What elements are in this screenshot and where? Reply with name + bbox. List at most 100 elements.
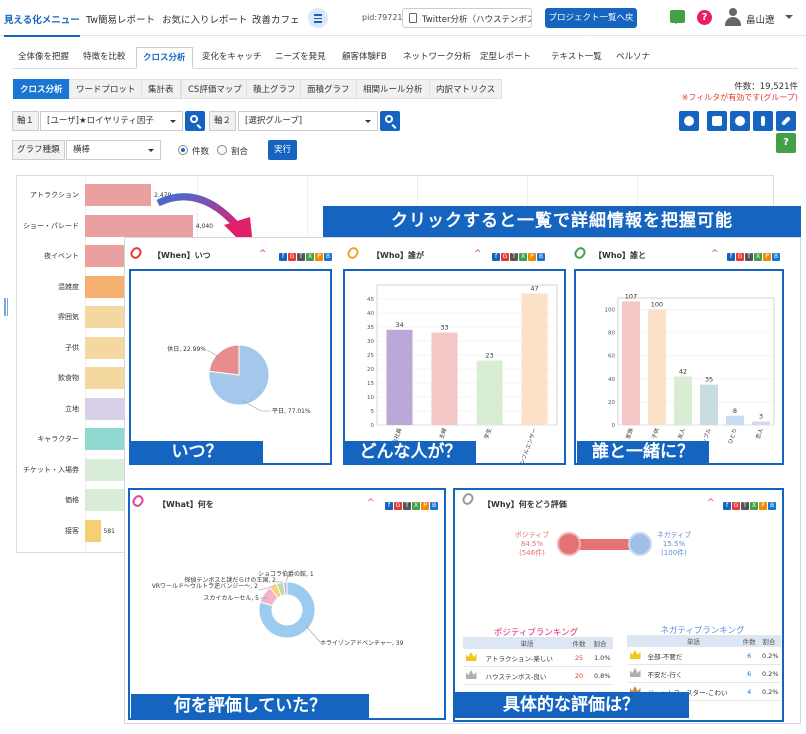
collapse-icon[interactable]: ^ [711, 249, 719, 259]
subtab-table[interactable]: 集計表 [141, 79, 181, 99]
user-avatar-icon[interactable] [724, 7, 742, 27]
share-1-icon[interactable]: G [288, 253, 296, 261]
rank-count[interactable]: 20 [570, 666, 588, 685]
bar[interactable] [648, 309, 666, 425]
share-5-icon[interactable]: B [324, 253, 332, 261]
share-5-icon[interactable]: B [537, 253, 545, 261]
table-row[interactable]: 不安だ-行く 6 0.2% [627, 664, 781, 683]
help-green-button[interactable]: ? [776, 133, 796, 153]
bg-bar[interactable] [85, 184, 152, 206]
hamburger-icon[interactable] [308, 8, 328, 28]
tab-needs[interactable]: ニーズを発見 [269, 47, 332, 69]
table-row[interactable]: 全部-不要だ 6 0.2% [627, 646, 781, 665]
collapse-icon[interactable]: ^ [707, 498, 715, 508]
bar[interactable] [431, 332, 458, 425]
tab-compare[interactable]: 特徴を比較 [77, 47, 132, 69]
why-panel[interactable]: 【Why】何をどう評価 ^ fGTXPB ポジティブ 84.5% (546件) … [453, 488, 784, 722]
nav-link-cafe[interactable]: 改善カフェ [252, 12, 300, 26]
share-2-icon[interactable]: T [510, 253, 518, 261]
what-donut-chart[interactable]: ホライゾンアドベンチャー, 39スカイカルーセル, 5VRワールド〜ウルトラ逆バ… [130, 490, 444, 718]
rank-count[interactable]: 25 [570, 648, 588, 667]
share-icons[interactable]: fGTXPB [723, 500, 777, 510]
rank-word[interactable]: 不安だ-行く [645, 664, 742, 683]
share-3-icon[interactable]: X [750, 502, 758, 510]
when-pie-chart[interactable]: 平日, 77.01% 休日, 22.99% [131, 271, 330, 463]
subtab-cross[interactable]: クロス分析 [13, 79, 70, 99]
when-chart-box[interactable]: 平日, 77.01% 休日, 22.99% [129, 269, 332, 465]
share-2-icon[interactable]: T [297, 253, 305, 261]
radio-count[interactable] [178, 145, 188, 155]
share-0-icon[interactable]: f [279, 253, 287, 261]
bar[interactable] [521, 293, 548, 425]
col-ratio[interactable]: 割合 [756, 635, 782, 647]
share-4-icon[interactable]: P [759, 502, 767, 510]
share-5-icon[interactable]: B [772, 253, 780, 261]
share-4-icon[interactable]: P [528, 253, 536, 261]
bar[interactable] [386, 329, 413, 425]
chevron-down-icon[interactable] [785, 15, 793, 23]
with-chart-box[interactable]: 0 20 40 60 80 100 107 家族 100 子供 42 友人 35 カップル 8 ひとり 3 恋人 [574, 269, 784, 465]
user-name[interactable]: 畠山遼 [746, 12, 775, 26]
rank-count[interactable]: 6 [741, 664, 758, 683]
share-3-icon[interactable]: X [754, 253, 762, 261]
tab-cx-feedback[interactable]: 顧客体験FB [336, 47, 393, 69]
bar[interactable] [752, 421, 770, 425]
collapse-icon[interactable]: ^ [259, 249, 267, 259]
share-3-icon[interactable]: X [519, 253, 527, 261]
zoom-icon[interactable] [730, 111, 750, 131]
bar[interactable] [674, 376, 692, 425]
graph-type-select[interactable]: 横棒 [66, 140, 161, 160]
rank-count[interactable]: 6 [741, 646, 758, 665]
share-2-icon[interactable]: T [745, 253, 753, 261]
col-ratio[interactable]: 割合 [586, 637, 614, 649]
project-list-button[interactable]: プロジェクト一覧へ戻る [545, 8, 637, 43]
axis1-search-button[interactable] [185, 111, 205, 131]
subtab-cs-map[interactable]: CS評価マップ [181, 79, 249, 99]
tab-change[interactable]: 変化をキャッチ [196, 47, 268, 69]
subtab-wordplot[interactable]: ワードプロット [69, 79, 143, 99]
share-4-icon[interactable]: P [315, 253, 323, 261]
col-count[interactable]: 件数 [569, 637, 588, 649]
share-icons[interactable]: fGTXPB [279, 251, 333, 261]
settings-gear-icon[interactable] [679, 111, 699, 131]
rank-word[interactable]: アトラクション-楽しい [483, 648, 571, 667]
share-3-icon[interactable]: X [306, 253, 314, 261]
subtab-matrix[interactable]: 内訳マトリクス [429, 79, 503, 99]
tab-overview[interactable]: 全体像を把握 [12, 47, 75, 69]
help-icon[interactable]: ? [697, 10, 712, 25]
table-row[interactable]: ハウステンボス-良い 20 0.8% [463, 666, 613, 685]
resize-handle[interactable] [4, 298, 6, 316]
radio-ratio[interactable] [217, 145, 227, 155]
rank-word[interactable]: ハウステンボス-良い [483, 666, 571, 685]
share-icons[interactable]: fGTXPB [727, 251, 781, 261]
share-2-icon[interactable]: T [741, 502, 749, 510]
who-chart-box[interactable]: 0 5 10 15 20 25 30 35 40 45 34 会社員 33 主婦 23 学生 47 インフルエンサ… [343, 269, 566, 471]
bar[interactable] [476, 360, 503, 425]
nav-link-favorites[interactable]: お気に入りレポート [162, 12, 248, 26]
rank-word[interactable]: 全部-不要だ [645, 646, 742, 665]
share-5-icon[interactable]: B [768, 502, 776, 510]
subtab-association[interactable]: 相関ルール分析 [356, 79, 430, 99]
pie-slice[interactable] [208, 344, 240, 376]
nav-link-tw-report[interactable]: Tw簡易レポート [86, 12, 155, 26]
share-1-icon[interactable]: G [501, 253, 509, 261]
share-0-icon[interactable]: f [727, 253, 735, 261]
axis2-select[interactable]: [選択グループ] [238, 111, 378, 131]
project-selector[interactable]: Twitter分析（ハウステンボス） [402, 8, 532, 28]
axis1-select[interactable]: [ユーザ]★ロイヤリティ因子 [40, 111, 183, 131]
col-word[interactable]: 単語 [483, 637, 571, 649]
with-bar-chart[interactable]: 020406080100107家族100子供42友人35カップル8ひとり3恋人 [576, 271, 782, 463]
share-0-icon[interactable]: f [492, 253, 500, 261]
tab-network[interactable]: ネットワーク分析 [397, 47, 477, 69]
axis2-search-button[interactable] [380, 111, 400, 131]
subtab-stacked[interactable]: 積上グラフ [246, 79, 303, 99]
collapse-icon[interactable]: ^ [474, 249, 482, 259]
tab-text-list[interactable]: テキスト一覧 [545, 47, 608, 69]
col-word[interactable]: 単語 [645, 635, 742, 647]
tab-cross-analysis[interactable]: クロス分析 [136, 47, 193, 69]
share-1-icon[interactable]: G [736, 253, 744, 261]
rank-count[interactable]: 4 [741, 682, 758, 701]
bar[interactable] [622, 301, 640, 425]
share-4-icon[interactable]: P [763, 253, 771, 261]
tab-persona[interactable]: ペルソナ [610, 47, 656, 69]
